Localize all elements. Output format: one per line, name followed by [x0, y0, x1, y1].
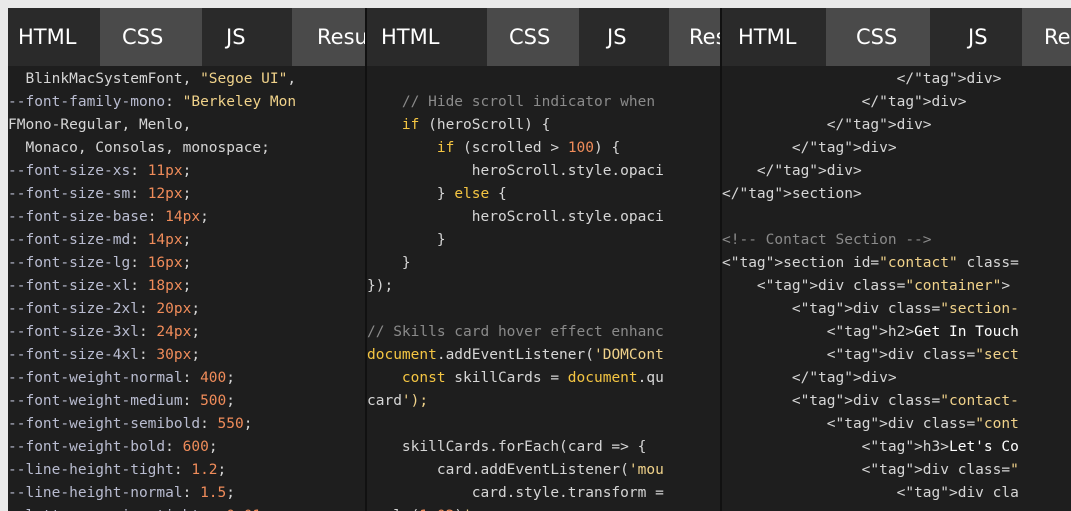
html-code-line: </"tag">div>	[722, 71, 1002, 87]
css-code-line: --font-size-base: 14px;	[8, 209, 209, 225]
code-editor-html[interactable]: </"tag">div> </"tag">div> </"tag">div> <…	[722, 66, 1071, 511]
css-code-line: --font-size-xs: 11px;	[8, 163, 192, 179]
html-code-line: <"tag">div class="cont	[722, 416, 1019, 432]
tab-bar: HTML CSS JS Resu	[8, 8, 365, 66]
css-code-line: --font-size-lg: 16px;	[8, 255, 192, 271]
html-code-line: <"tag">div cla	[722, 485, 1019, 501]
css-code-line: --font-family-mono: "Berkeley Mon	[8, 94, 297, 110]
html-code-line	[722, 206, 1071, 229]
editor-frame: HTML CSS JS Resu BlinkMacSystemFont, "Se…	[8, 8, 1071, 511]
css-code-line: --font-size-xl: 18px;	[8, 278, 192, 294]
js-code-line: if (scrolled > 100) {	[436, 140, 621, 156]
tab-html[interactable]: HTML	[722, 8, 826, 66]
js-code-line: heroScroll.style.opaci	[367, 209, 664, 225]
html-code-line: <"tag">section id="contact" class=	[722, 255, 1019, 271]
js-code-line: scale(1.02)';	[367, 505, 722, 511]
editor-panel-html: HTML CSS JS Re </"tag">div> </"tag">div>…	[720, 8, 1071, 511]
css-code-line: --font-weight-normal: 400;	[8, 370, 236, 386]
editor-panel-js: HTML CSS JS Res // Hide scroll indicator…	[365, 8, 722, 511]
html-code-line: </"tag">div>	[722, 117, 932, 133]
tab-js[interactable]: JS	[579, 8, 669, 66]
css-code-line: --line-height-normal: 1.5;	[8, 485, 236, 501]
tab-js[interactable]: JS	[930, 8, 1022, 66]
tab-css[interactable]: CSS	[826, 8, 930, 66]
js-code-line: // Skills card hover effect enhanc	[367, 324, 664, 340]
tab-bar: HTML CSS JS Res	[367, 8, 722, 66]
js-code-line: skillCards.forEach(card => {	[367, 439, 647, 455]
tab-result[interactable]: Re	[1022, 8, 1071, 66]
tab-js[interactable]: JS	[202, 8, 292, 66]
js-code-line	[367, 413, 722, 436]
html-code-line: <"tag">div class="contact-	[722, 393, 1019, 409]
js-code-line: const skillCards = document.qu	[401, 370, 664, 386]
js-code-line	[367, 68, 722, 91]
js-code-line: card');	[367, 393, 429, 409]
js-code-line: card.addEventListener('mou	[367, 462, 664, 478]
css-code-line: --font-size-md: 14px;	[8, 232, 192, 248]
html-code-line: </"tag">div>	[722, 163, 862, 179]
js-code-line: heroScroll.style.opaci	[367, 163, 664, 179]
tab-css[interactable]: CSS	[487, 8, 579, 66]
css-code-line: --font-weight-bold: 600;	[8, 439, 218, 455]
html-code-line: <"tag">h2>Get In Touch	[722, 324, 1019, 340]
css-code-line: FMono-Regular, Menlo,	[8, 117, 192, 133]
js-code-line: document.addEventListener('DOMCont	[367, 347, 664, 363]
css-code-line: --font-size-sm: 12px;	[8, 186, 192, 202]
css-code-line: BlinkMacSystemFont, "Segoe UI",	[8, 71, 297, 87]
css-code-line: --font-size-2xl: 20px;	[8, 301, 201, 317]
js-code-line: } else {	[367, 186, 507, 202]
css-code-line: --letter-spacing-tight: -0.01em;	[8, 505, 365, 511]
css-code-line: --font-weight-semibold: 550;	[8, 416, 253, 432]
js-code-line: // Hide scroll indicator when	[367, 94, 656, 110]
code-editor-css[interactable]: BlinkMacSystemFont, "Segoe UI", --font-fa…	[8, 66, 365, 511]
html-code-line: </"tag">section>	[722, 186, 862, 202]
html-code-line: </"tag">div>	[722, 370, 897, 386]
css-code-line: Monaco, Consolas, monospace;	[8, 140, 270, 156]
html-code-line: <!-- Contact Section -->	[722, 232, 932, 248]
html-code-line	[722, 505, 1071, 511]
tab-bar: HTML CSS JS Re	[722, 8, 1071, 66]
css-code-line: --font-size-4xl: 30px;	[8, 347, 201, 363]
html-code-line: <"tag">div class="section-	[722, 301, 1019, 317]
html-code-line: <"tag">div class="	[722, 462, 1019, 478]
html-code-line: </"tag">div>	[722, 140, 897, 156]
tab-result[interactable]: Res	[669, 8, 722, 66]
code-editor-js[interactable]: // Hide scroll indicator when if (heroSc…	[367, 66, 722, 511]
tab-result[interactable]: Resu	[292, 8, 365, 66]
html-code-line: <"tag">div class="container">	[722, 278, 1011, 294]
js-code-line	[367, 298, 722, 321]
js-code-line: }	[367, 232, 446, 248]
tab-css[interactable]: CSS	[100, 8, 202, 66]
js-code-line: card.style.transform =	[367, 485, 664, 501]
js-code-line: }	[367, 255, 411, 271]
css-code-line: --line-height-tight: 1.2;	[8, 462, 227, 478]
html-code-line: <"tag">div class="sect	[722, 347, 1019, 363]
html-code-line: <"tag">h3>Let's Co	[722, 439, 1019, 455]
editor-panel-css: HTML CSS JS Resu BlinkMacSystemFont, "Se…	[8, 8, 365, 511]
css-code-line: --font-weight-medium: 500;	[8, 393, 236, 409]
js-code-line: });	[367, 278, 394, 294]
js-code-line: if (heroScroll) {	[401, 117, 551, 133]
css-code-line: --font-size-3xl: 24px;	[8, 324, 201, 340]
tab-html[interactable]: HTML	[8, 8, 100, 66]
tab-html[interactable]: HTML	[367, 8, 487, 66]
html-code-line: </"tag">div>	[722, 94, 967, 110]
